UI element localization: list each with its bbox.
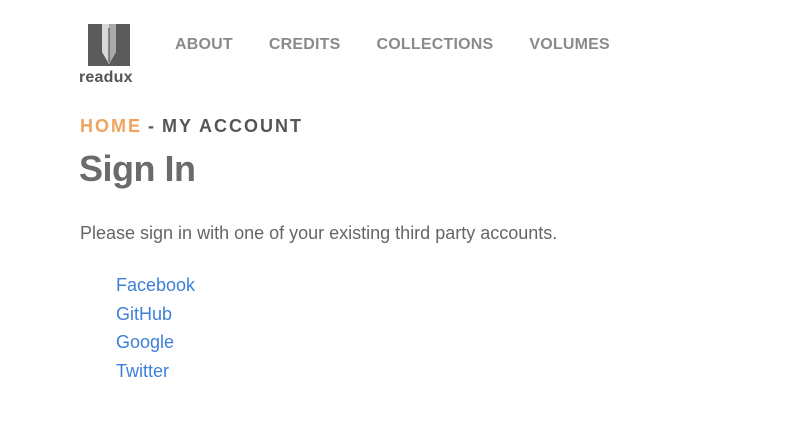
breadcrumb-separator: - xyxy=(148,116,156,136)
quill-logo-icon xyxy=(88,24,130,66)
twitter-login-link[interactable]: Twitter xyxy=(116,361,169,381)
nav-about[interactable]: ABOUT xyxy=(175,36,233,54)
facebook-login-link[interactable]: Facebook xyxy=(116,275,195,295)
list-item: Facebook xyxy=(116,273,195,302)
logo-text: readux xyxy=(79,69,133,86)
nav-credits[interactable]: CREDITS xyxy=(269,36,341,54)
breadcrumb: HOME - MY ACCOUNT xyxy=(80,116,303,137)
provider-list: Facebook GitHub Google Twitter xyxy=(116,273,195,388)
list-item: Google xyxy=(116,330,195,359)
page: readux ABOUT CREDITS COLLECTIONS VOLUMES… xyxy=(0,0,786,425)
breadcrumb-home-link[interactable]: HOME xyxy=(80,116,142,136)
list-item: GitHub xyxy=(116,302,195,331)
google-login-link[interactable]: Google xyxy=(116,332,174,352)
main-nav: ABOUT CREDITS COLLECTIONS VOLUMES xyxy=(175,36,646,54)
list-item: Twitter xyxy=(116,359,195,388)
nav-volumes[interactable]: VOLUMES xyxy=(529,36,610,54)
page-title: Sign In xyxy=(79,148,196,189)
nav-collections[interactable]: COLLECTIONS xyxy=(377,36,494,54)
github-login-link[interactable]: GitHub xyxy=(116,304,172,324)
sign-in-instructions: Please sign in with one of your existing… xyxy=(80,223,558,243)
breadcrumb-current: MY ACCOUNT xyxy=(162,116,303,136)
